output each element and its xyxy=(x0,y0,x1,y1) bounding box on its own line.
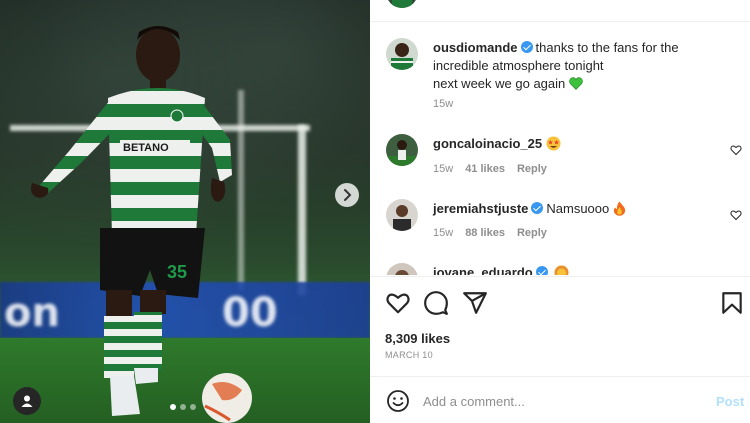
comment-2-body: Namsuooo xyxy=(546,201,610,216)
save-bookmark-icon[interactable] xyxy=(719,290,745,316)
verified-badge-icon xyxy=(520,41,533,53)
tagged-users-button[interactable] xyxy=(13,387,41,415)
sponsor-text: BETANO xyxy=(123,142,169,154)
avatar xyxy=(386,199,418,231)
comment-avatar[interactable] xyxy=(386,263,418,275)
caption-text: ousdiomande thanks to the fans for the in… xyxy=(433,39,733,93)
comment-1-text: goncaloinacio_25 xyxy=(433,135,561,153)
comment-avatar[interactable] xyxy=(386,199,418,231)
verified-badge-icon xyxy=(535,266,548,275)
comment-2-likes[interactable]: 88 likes xyxy=(465,227,505,239)
chevron-right-icon xyxy=(344,189,352,201)
comments-list[interactable]: ousdiomande thanks to the fans for the in… xyxy=(370,22,750,275)
caption-line-3: next week we go again xyxy=(433,76,566,91)
user-icon xyxy=(21,395,33,407)
share-paper-plane-icon[interactable] xyxy=(462,290,488,316)
caption-username[interactable]: ousdiomande xyxy=(433,40,518,55)
header-avatar[interactable] xyxy=(386,0,418,8)
comment-1-meta: 15w 41 likes Reply xyxy=(433,163,547,175)
carousel-dots xyxy=(170,404,196,410)
post-media[interactable]: on 00 BETANO 35 xyxy=(0,0,370,423)
comment-3-text: iovane_eduardo xyxy=(433,264,569,275)
comment-avatar[interactable] xyxy=(386,134,418,166)
comment-2-text: jeremiahstjuste Namsuooo xyxy=(433,200,626,218)
carousel-dot xyxy=(170,404,176,410)
lion-emoji-icon xyxy=(554,265,569,275)
comment-1-username[interactable]: goncaloinacio_25 xyxy=(433,136,542,151)
post-actions xyxy=(370,290,750,318)
star-struck-emoji-icon xyxy=(546,136,561,151)
green-heart-icon xyxy=(569,77,583,90)
post-date: MARCH 10 xyxy=(385,350,433,360)
comment-2-time: 15w xyxy=(433,227,454,239)
comment-2-meta: 15w 88 likes Reply xyxy=(433,227,547,239)
caption-time: 15w xyxy=(433,98,454,110)
like-heart-icon[interactable] xyxy=(385,290,411,316)
carousel-dot xyxy=(180,404,186,410)
emoji-smiley-icon[interactable] xyxy=(386,389,410,413)
actions-divider xyxy=(370,276,750,277)
like-comment-heart-icon[interactable] xyxy=(730,144,742,156)
player-figure: BETANO 35 xyxy=(31,26,252,423)
avatar xyxy=(386,38,418,70)
comment-1-likes[interactable]: 41 likes xyxy=(465,163,505,175)
comment-1-time: 15w xyxy=(433,163,454,175)
post-comment-button[interactable]: Post xyxy=(716,394,744,409)
carousel-next-button[interactable] xyxy=(335,183,359,207)
comment-box-divider xyxy=(370,376,750,377)
caption-line-2: incredible atmosphere tonight xyxy=(433,58,604,73)
add-comment-input[interactable] xyxy=(423,392,703,410)
fire-emoji-icon xyxy=(613,201,626,216)
caption-avatar[interactable] xyxy=(386,38,418,70)
likes-count[interactable]: 8,309 likes xyxy=(385,331,450,346)
comment-2-reply-button[interactable]: Reply xyxy=(517,227,547,239)
like-comment-heart-icon[interactable] xyxy=(730,209,742,221)
carousel-dot xyxy=(190,404,196,410)
comment-bubble-icon[interactable] xyxy=(423,290,449,316)
comment-3-username[interactable]: iovane_eduardo xyxy=(433,265,533,275)
caption-line-1: thanks to the fans for the xyxy=(535,40,679,55)
avatar xyxy=(386,134,418,166)
comment-2-username[interactable]: jeremiahstjuste xyxy=(433,201,528,216)
comment-1-reply-button[interactable]: Reply xyxy=(517,163,547,175)
jersey-number: 35 xyxy=(167,262,187,282)
avatar xyxy=(386,263,418,275)
post-sidebar: ousdiomande thanks to the fans for the in… xyxy=(370,0,750,423)
verified-badge-icon xyxy=(531,202,544,214)
